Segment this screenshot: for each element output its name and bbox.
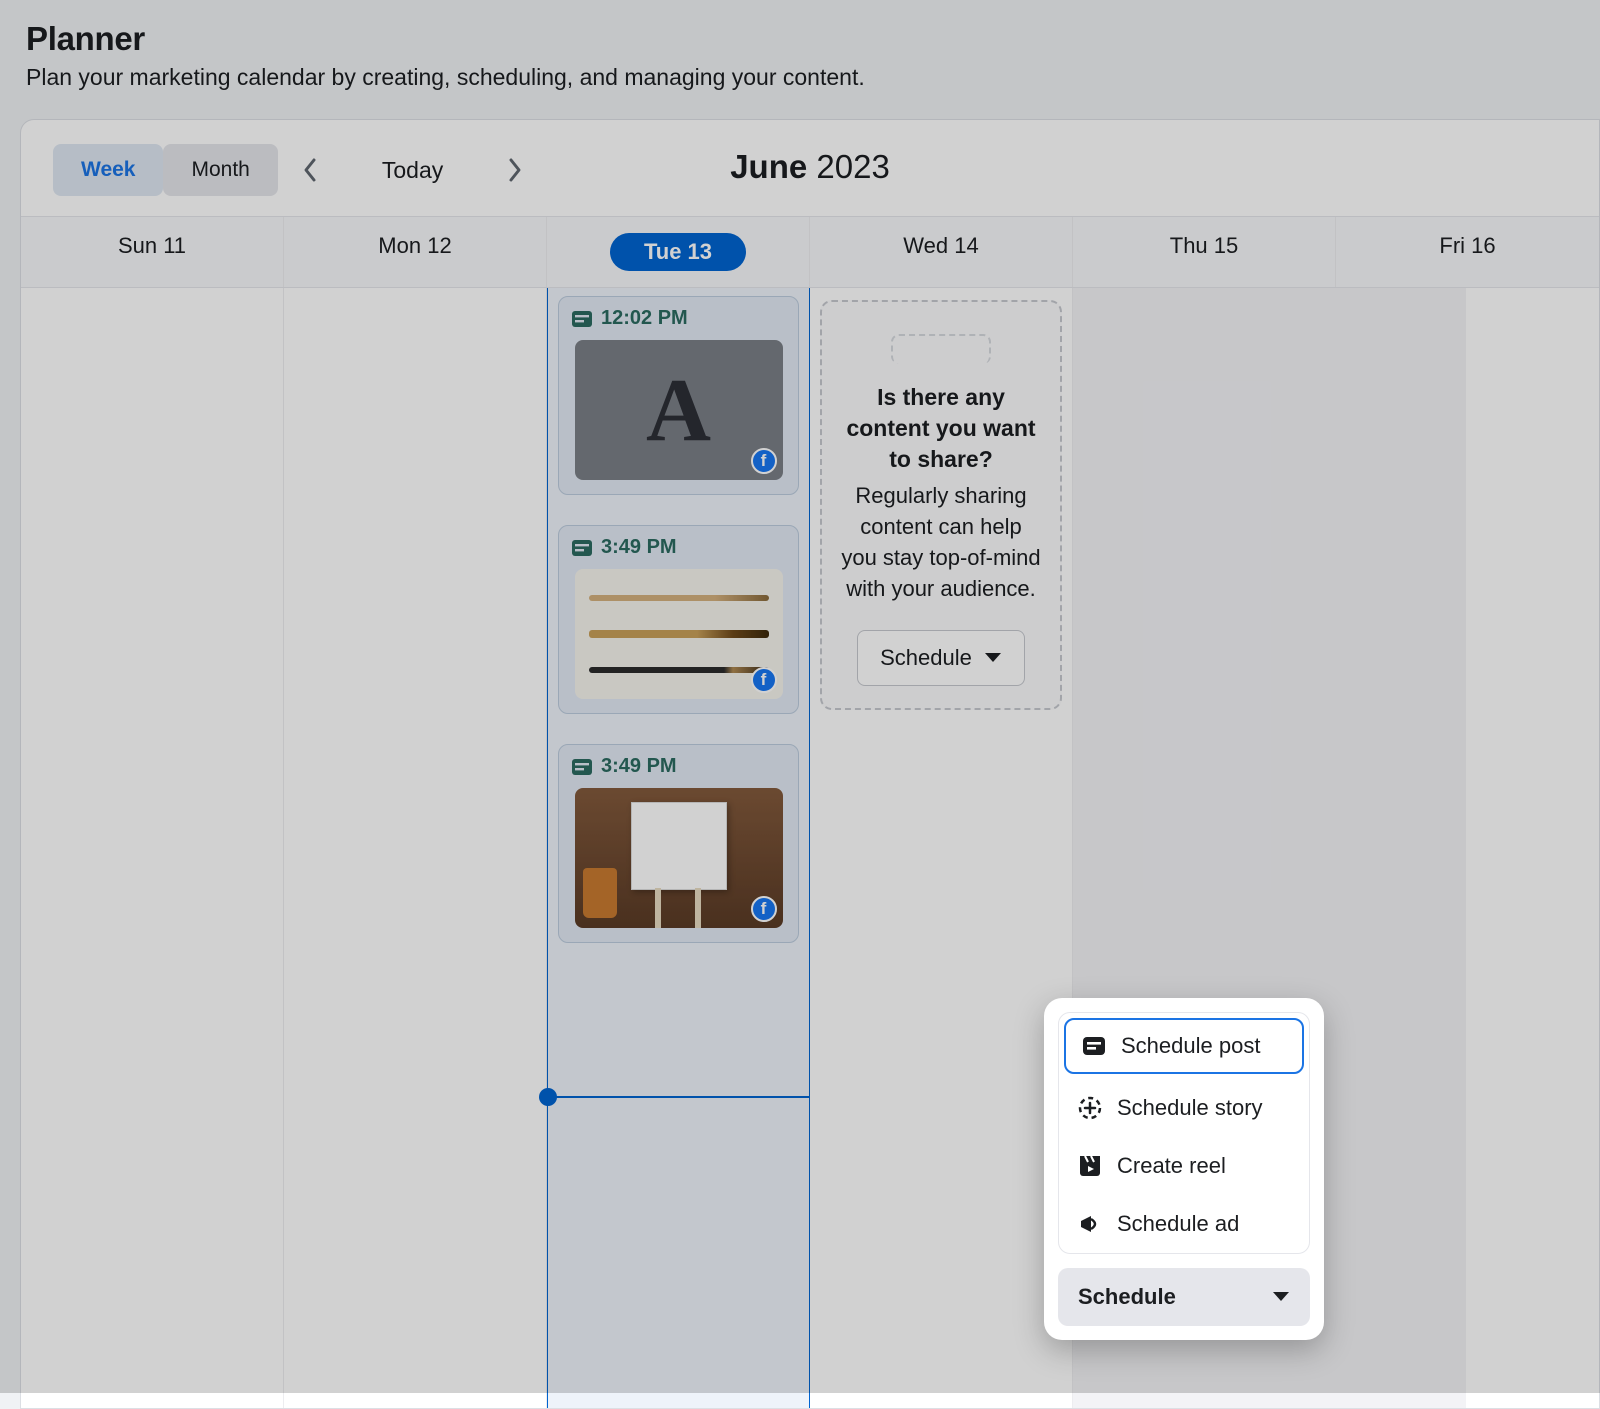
- view-month-button[interactable]: Month: [163, 144, 277, 196]
- day-col-mon[interactable]: [284, 288, 547, 1409]
- current-year: 2023: [816, 148, 889, 185]
- post-time-row: 12:02 PM: [569, 307, 788, 330]
- post-card[interactable]: 3:49 PM f: [558, 525, 799, 714]
- day-head-wed[interactable]: Wed 14: [810, 217, 1073, 287]
- day-label: Sun 11: [118, 233, 186, 258]
- post-time-label: 3:49 PM: [601, 755, 677, 778]
- reel-icon: [1077, 1153, 1103, 1179]
- post-card[interactable]: 3:49 PM f: [558, 744, 799, 943]
- page-subtitle: Plan your marketing calendar by creating…: [26, 64, 1574, 91]
- menu-item-schedule-story[interactable]: Schedule story: [1059, 1079, 1309, 1137]
- day-head-sun[interactable]: Sun 11: [21, 217, 284, 287]
- empty-state-prompt: Is there any content you want to share? …: [820, 300, 1062, 710]
- planner-panel: Week Month Today June 2023 Sun 11 Mon 12…: [20, 119, 1600, 1409]
- today-button[interactable]: Today: [342, 157, 483, 184]
- current-month: June: [730, 148, 807, 185]
- page-header: Planner Plan your marketing calendar by …: [0, 0, 1600, 109]
- prompt-title: Is there any content you want to share?: [840, 382, 1042, 475]
- facebook-icon: f: [751, 448, 777, 474]
- month-year-label: June 2023: [730, 148, 890, 186]
- facebook-icon: f: [751, 896, 777, 922]
- schedule-button-label: Schedule: [880, 645, 972, 671]
- day-head-tue[interactable]: Tue 13: [547, 217, 810, 287]
- menu-item-schedule-ad[interactable]: Schedule ad: [1059, 1195, 1309, 1253]
- post-thumbnail: A f: [575, 340, 783, 480]
- view-toggle: Week Month: [53, 144, 278, 196]
- chevron-right-icon: [506, 156, 524, 184]
- day-col-wed[interactable]: Is there any content you want to share? …: [810, 288, 1073, 1409]
- chevron-left-icon: [301, 156, 319, 184]
- prev-button[interactable]: [292, 152, 328, 188]
- view-week-button[interactable]: Week: [53, 144, 163, 196]
- current-time-line: [548, 1096, 809, 1098]
- post-type-icon: [571, 308, 593, 330]
- post-type-icon: [571, 537, 593, 559]
- post-time-label: 12:02 PM: [601, 307, 688, 330]
- story-icon: [1077, 1095, 1103, 1121]
- schedule-trigger-label: Schedule: [1078, 1284, 1176, 1310]
- current-time-marker: [539, 1088, 557, 1106]
- next-button[interactable]: [497, 152, 533, 188]
- caret-down-icon: [984, 652, 1002, 664]
- day-head-mon[interactable]: Mon 12: [284, 217, 547, 287]
- prompt-body: Regularly sharing content can help you s…: [840, 481, 1042, 604]
- post-icon: [1081, 1033, 1107, 1059]
- post-card[interactable]: 12:02 PM A f: [558, 296, 799, 495]
- page-title: Planner: [26, 20, 1574, 58]
- post-time-row: 3:49 PM: [569, 755, 788, 778]
- post-thumbnail: f: [575, 569, 783, 699]
- day-label: Thu 15: [1170, 233, 1239, 258]
- menu-item-label: Schedule post: [1121, 1033, 1260, 1059]
- toolbar: Week Month Today June 2023: [21, 120, 1599, 216]
- menu-item-label: Create reel: [1117, 1153, 1226, 1179]
- day-label: Fri 16: [1439, 233, 1495, 258]
- day-col-tue[interactable]: 12:02 PM A f 3:49 PM f: [547, 288, 810, 1409]
- menu-item-schedule-post[interactable]: Schedule post: [1064, 1018, 1304, 1074]
- ghost-preview-icon: [891, 334, 991, 364]
- day-label: Wed 14: [903, 233, 978, 258]
- menu-item-create-reel[interactable]: Create reel: [1059, 1137, 1309, 1195]
- schedule-menu-list: Schedule post Schedule story Create reel…: [1058, 1012, 1310, 1254]
- caret-down-icon: [1272, 1291, 1290, 1303]
- schedule-dropdown-trigger[interactable]: Schedule: [1058, 1268, 1310, 1326]
- facebook-icon: f: [751, 667, 777, 693]
- day-label: Mon 12: [378, 233, 451, 258]
- schedule-button[interactable]: Schedule: [857, 630, 1025, 686]
- day-col-fri[interactable]: [1336, 288, 1599, 1409]
- post-time-row: 3:49 PM: [569, 536, 788, 559]
- day-head-fri[interactable]: Fri 16: [1336, 217, 1599, 287]
- post-thumbnail: f: [575, 788, 783, 928]
- day-head-thu[interactable]: Thu 15: [1073, 217, 1336, 287]
- menu-item-label: Schedule ad: [1117, 1211, 1239, 1237]
- day-label-active: Tue 13: [610, 233, 746, 271]
- post-time-label: 3:49 PM: [601, 536, 677, 559]
- menu-item-label: Schedule story: [1117, 1095, 1263, 1121]
- post-type-icon: [571, 756, 593, 778]
- calendar-body: 12:02 PM A f 3:49 PM f: [21, 288, 1599, 1409]
- schedule-menu-popup: Schedule post Schedule story Create reel…: [1044, 998, 1324, 1340]
- ad-icon: [1077, 1211, 1103, 1237]
- days-header: Sun 11 Mon 12 Tue 13 Wed 14 Thu 15 Fri 1…: [21, 216, 1599, 288]
- day-col-sun[interactable]: [21, 288, 284, 1409]
